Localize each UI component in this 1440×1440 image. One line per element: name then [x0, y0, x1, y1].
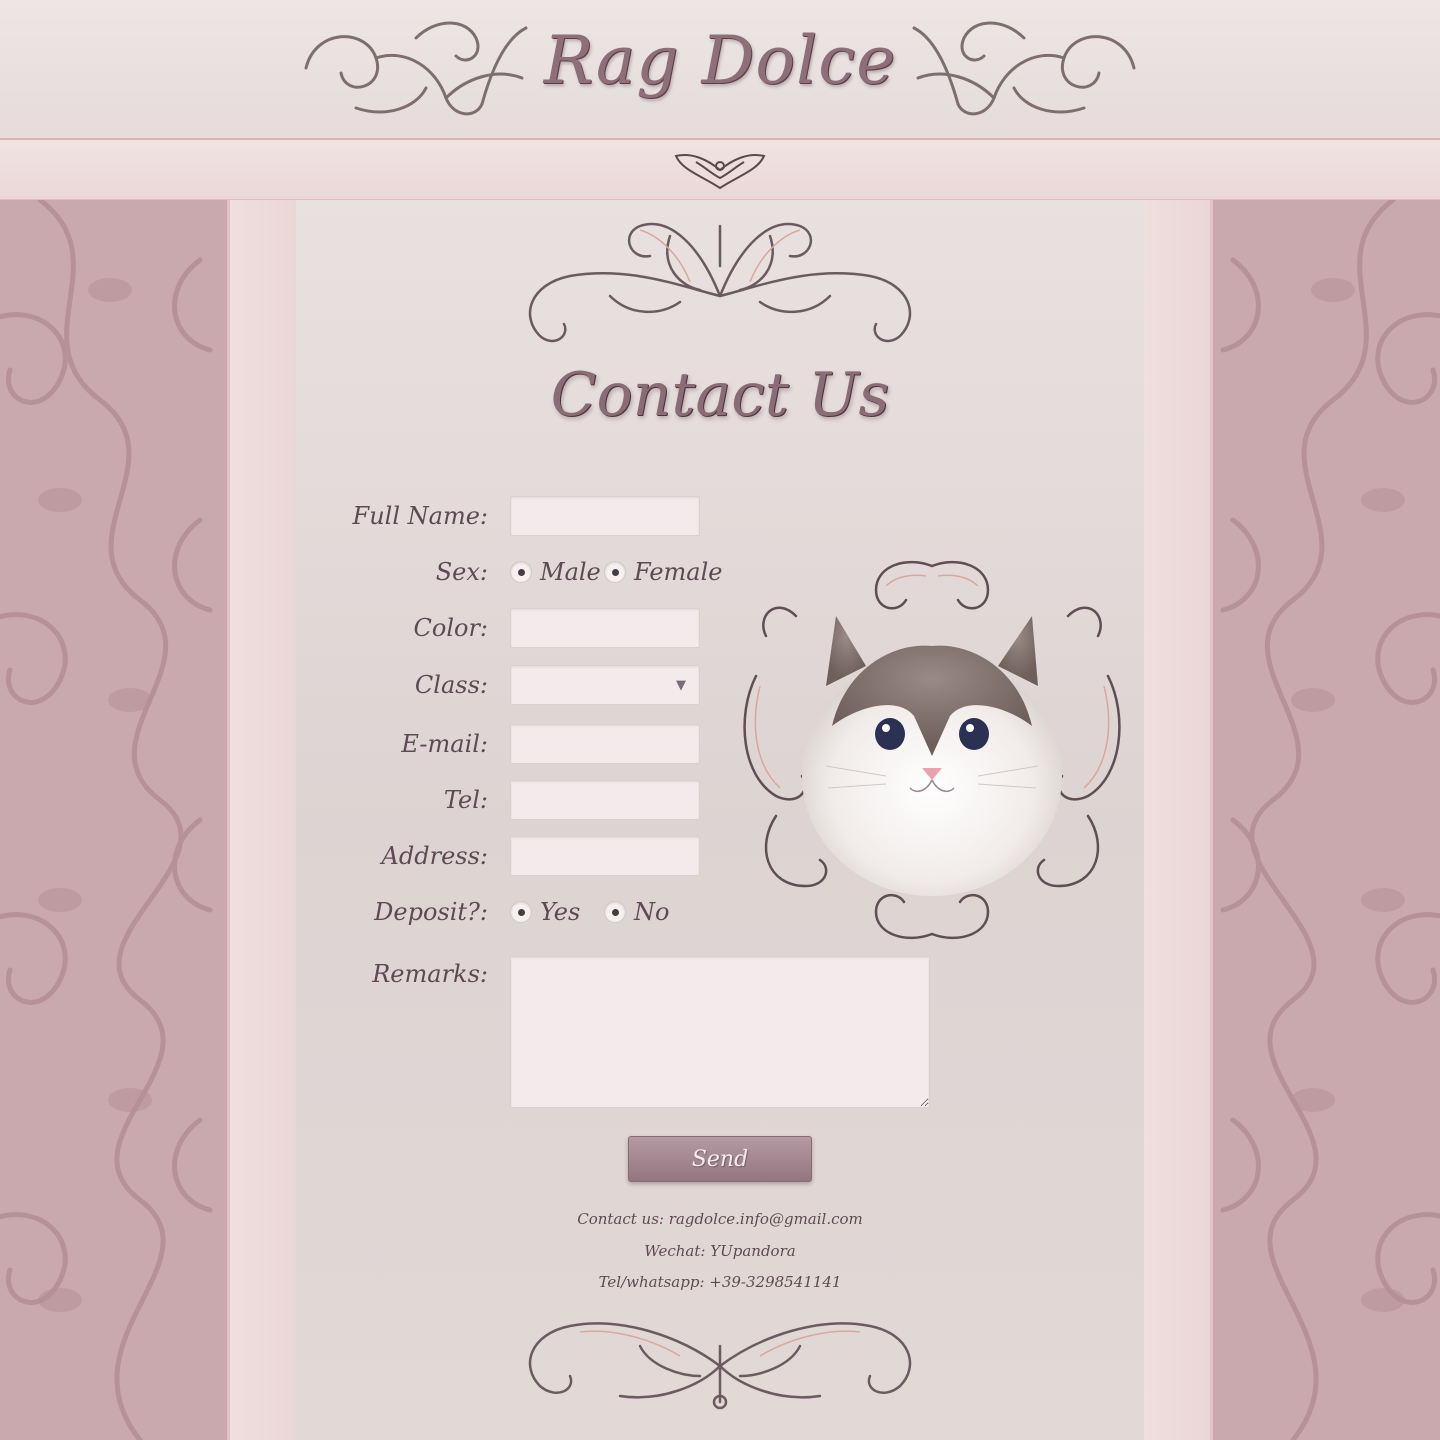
remarks-textarea[interactable] [510, 956, 930, 1108]
top-scroll-ornament [528, 222, 912, 343]
page-title: Contact Us [550, 360, 890, 430]
floral-pattern-left [0, 200, 213, 1440]
cat-head [802, 616, 1062, 896]
email-label: E-mail: [401, 730, 488, 758]
caret-down-icon[interactable]: ▼ [676, 678, 686, 693]
site-header: Rag Dolce [0, 0, 1440, 140]
tel-input[interactable] [510, 780, 700, 820]
sex-label: Sex: [435, 558, 488, 586]
left-gutter [230, 200, 296, 1440]
left-floral-panel [0, 200, 230, 1440]
site-logo[interactable]: Rag Dolce [520, 22, 920, 122]
contact-wechat-line: Wechat: YUpandora [644, 1242, 796, 1260]
full-name-row: Full Name: [296, 496, 1144, 536]
contact-main-panel: Contact Us Full Name: Sex: Male Female C… [296, 200, 1144, 1440]
deposit-label: Deposit?: [374, 898, 488, 926]
class-select[interactable] [510, 665, 700, 705]
right-header-swirl-ornament [912, 21, 1136, 116]
ragdoll-cat-framed-image [743, 560, 1121, 940]
left-header-swirl-ornament [304, 21, 528, 116]
address-input[interactable] [510, 836, 700, 876]
remarks-label: Remarks: [372, 960, 488, 988]
deposit-option-yes[interactable]: Yes [510, 892, 580, 932]
no-radio-label: No [634, 898, 670, 926]
sex-option-male[interactable]: Male [510, 552, 601, 592]
email-input[interactable] [510, 724, 700, 764]
floral-pattern-right [1220, 200, 1440, 1440]
color-input[interactable] [510, 608, 700, 648]
yes-radio[interactable] [510, 901, 532, 923]
address-label: Address: [381, 842, 488, 870]
deposit-option-no[interactable]: No [604, 892, 669, 932]
contact-tel-line: Tel/whatsapp: +39-3298541141 [598, 1273, 842, 1291]
right-floral-panel [1210, 200, 1440, 1440]
sex-option-female[interactable]: Female [604, 552, 723, 592]
bottom-scroll-ornament [528, 1322, 912, 1410]
male-radio[interactable] [510, 561, 532, 583]
class-label: Class: [414, 671, 488, 699]
color-label: Color: [413, 614, 489, 642]
full-name-input[interactable] [510, 496, 700, 536]
male-radio-label: Male [540, 558, 601, 586]
right-gutter [1144, 200, 1210, 1440]
heart-scroll-ornament [674, 154, 766, 190]
yes-radio-label: Yes [540, 898, 581, 926]
no-radio[interactable] [604, 901, 626, 923]
female-radio[interactable] [604, 561, 626, 583]
send-button[interactable]: Send [628, 1136, 812, 1182]
contact-email-line: Contact us: ragdolce.info@gmail.com [577, 1210, 863, 1228]
female-radio-label: Female [634, 558, 723, 586]
tel-label: Tel: [443, 786, 488, 814]
full-name-label: Full Name: [352, 502, 488, 530]
